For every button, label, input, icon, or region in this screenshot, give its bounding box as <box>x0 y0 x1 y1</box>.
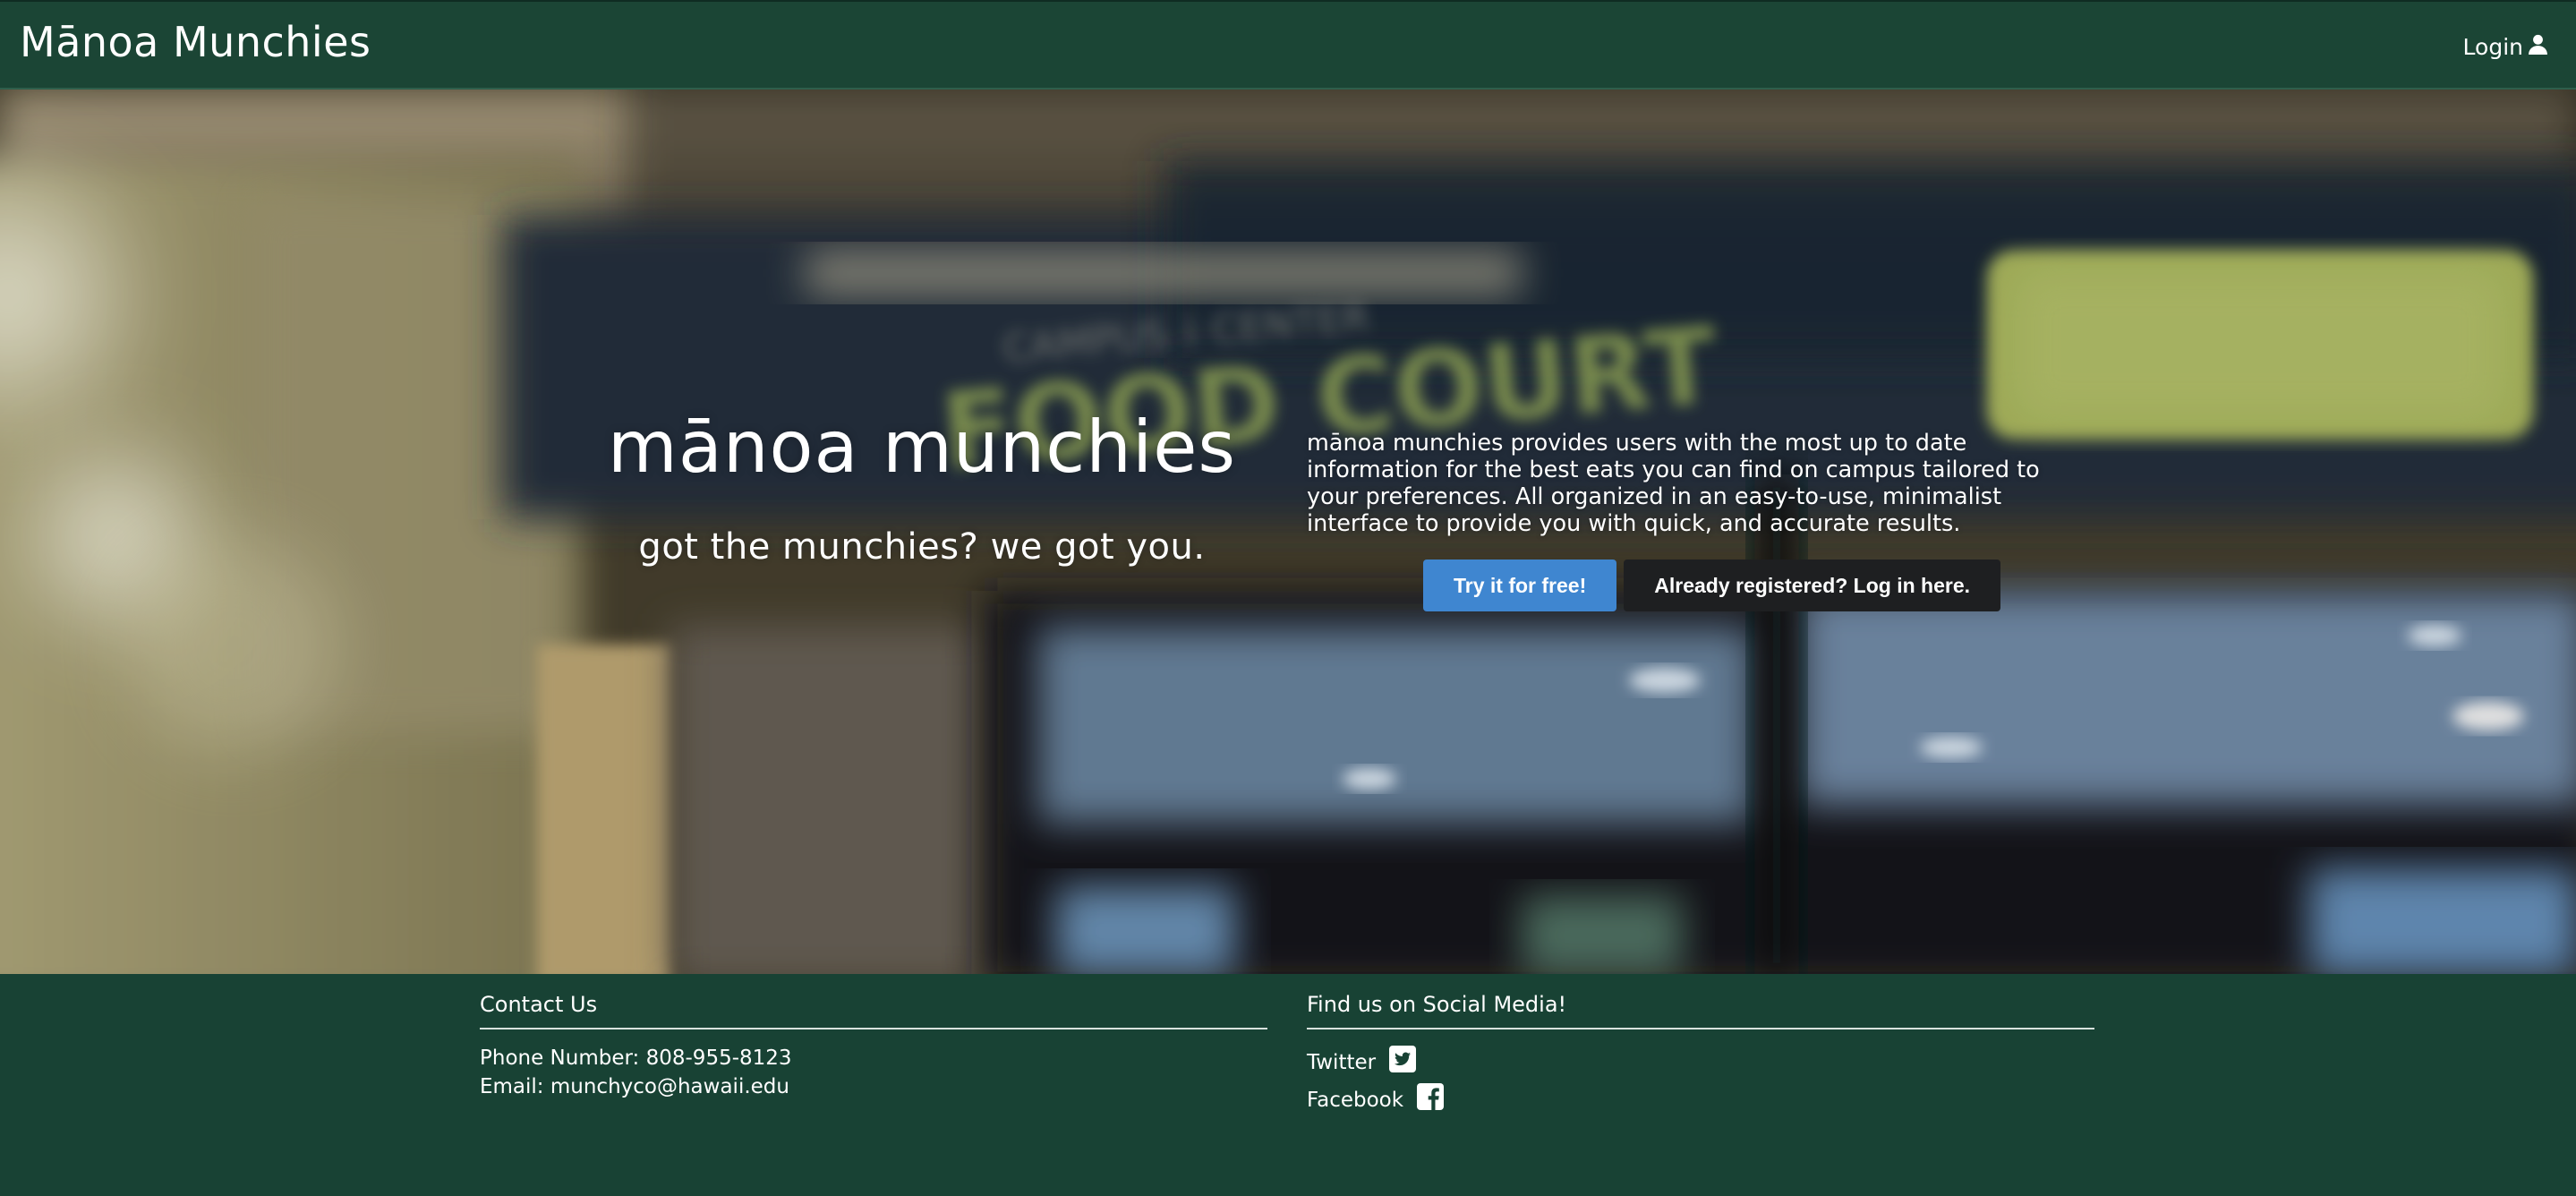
login-here-button[interactable]: Already registered? Log in here. <box>1624 560 2001 611</box>
facebook-icon <box>1416 1082 1445 1119</box>
contact-section: Contact Us Phone Number: 808-955-8123 Em… <box>480 992 1267 1101</box>
twitter-icon <box>1388 1045 1417 1081</box>
hero-tagline: got the munchies? we got you. <box>638 526 1206 568</box>
social-heading: Find us on Social Media! <box>1307 992 2094 1029</box>
hero-description: mānoa munchies provides users with the m… <box>1307 430 2040 537</box>
contact-heading: Contact Us <box>480 992 1267 1029</box>
hero-buttons: Try it for free! Already registered? Log… <box>1423 560 2001 611</box>
hero-section: FOOD COURT CAMPUS ⸸ CENTER mānoa munchie… <box>0 90 2576 974</box>
social-section: Find us on Social Media! Twitter Faceboo… <box>1307 992 2094 1119</box>
hero-description-block: mānoa munchies provides users with the m… <box>1307 430 2094 611</box>
navbar: Mānoa Munchies Login <box>0 0 2576 90</box>
phone-number: Phone Number: 808-955-8123 <box>480 1046 792 1070</box>
user-icon <box>2527 33 2549 61</box>
login-link[interactable]: Login <box>2463 33 2549 61</box>
facebook-label: Facebook <box>1307 1089 1404 1112</box>
hero-title-block: mānoa munchies got the munchies? we got … <box>573 408 1271 568</box>
email-address: Email: munchyco@hawaii.edu <box>480 1075 789 1098</box>
facebook-link[interactable]: Facebook <box>1307 1081 2094 1119</box>
brand-logo-link[interactable]: Mānoa Munchies <box>20 18 371 66</box>
login-label: Login <box>2462 34 2523 60</box>
footer: Contact Us Phone Number: 808-955-8123 Em… <box>0 974 2576 1196</box>
hero-background-image: FOOD COURT CAMPUS ⸸ CENTER <box>0 90 2576 974</box>
twitter-link[interactable]: Twitter <box>1307 1044 2094 1081</box>
twitter-label: Twitter <box>1307 1051 1377 1074</box>
hero-title: mānoa munchies <box>607 406 1237 489</box>
try-free-button[interactable]: Try it for free! <box>1423 560 1617 611</box>
